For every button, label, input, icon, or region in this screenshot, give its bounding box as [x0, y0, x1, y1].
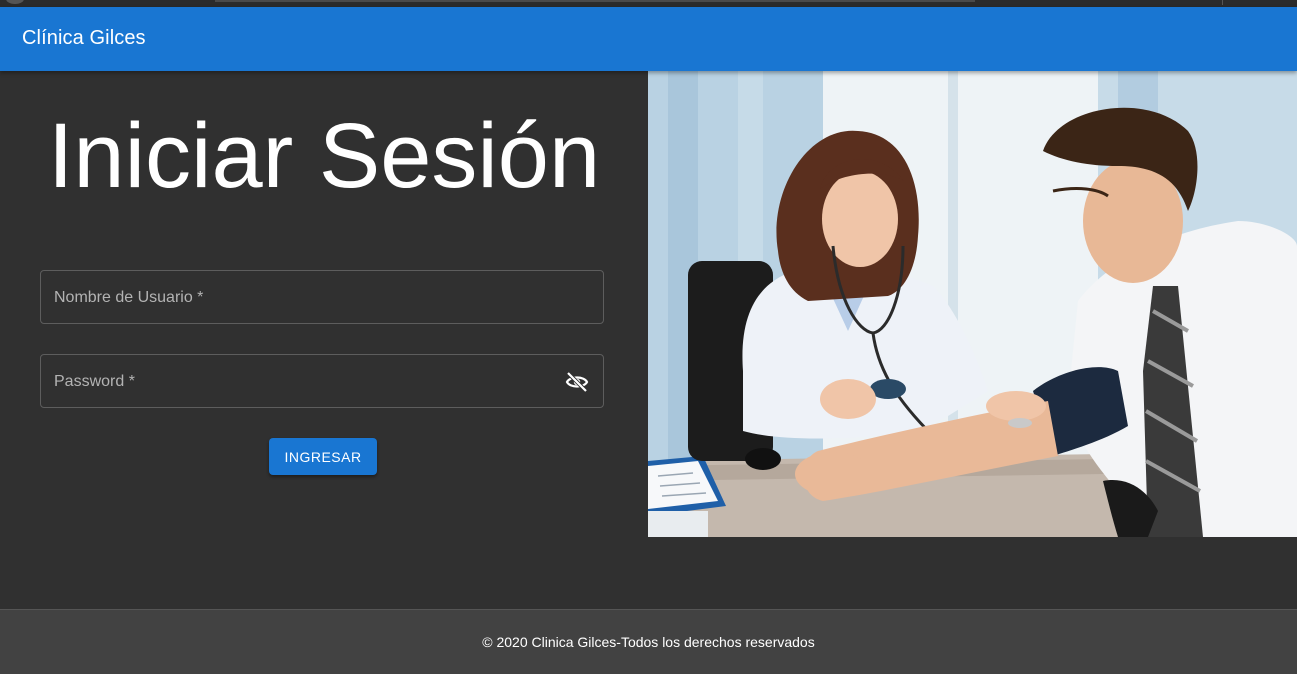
- browser-tab-icon: [6, 0, 24, 4]
- username-label: Nombre de Usuario *: [54, 289, 204, 306]
- password-label: Password *: [54, 373, 135, 390]
- copyright-text: © 2020 Clinica Gilces-Todos los derechos…: [482, 634, 815, 650]
- browser-address-bar[interactable]: [215, 0, 975, 2]
- footer: © 2020 Clinica Gilces-Todos los derechos…: [0, 609, 1297, 674]
- page-title: Iniciar Sesión: [47, 105, 601, 207]
- password-field[interactable]: Password *: [40, 354, 604, 408]
- app-bar: Clínica Gilces: [0, 7, 1297, 71]
- app-title[interactable]: Clínica Gilces: [22, 27, 146, 50]
- visibility-off-icon[interactable]: [565, 371, 589, 393]
- hero-image: [648, 71, 1297, 537]
- login-panel: Iniciar Sesión Nombre de Usuario * Passw…: [0, 71, 648, 609]
- username-field[interactable]: Nombre de Usuario *: [40, 270, 604, 324]
- browser-divider: [1222, 0, 1223, 5]
- login-button[interactable]: INGRESAR: [269, 438, 377, 475]
